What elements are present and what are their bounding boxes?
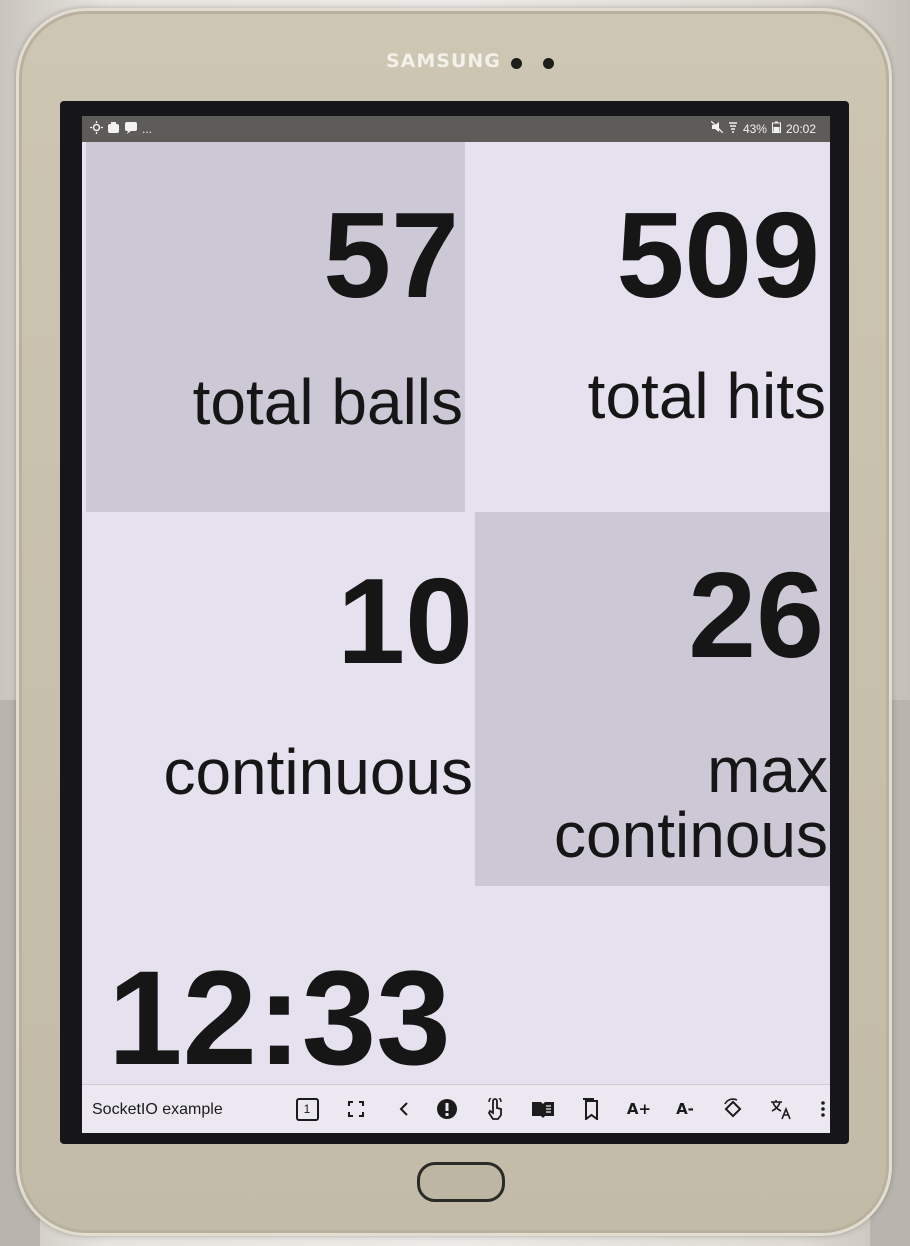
bookmark-icon[interactable] [578,1096,604,1122]
alert-icon[interactable] [434,1096,460,1122]
battery-percent: 43% [742,121,767,136]
chat-icon [124,121,138,137]
page-number-icon[interactable]: 1 [294,1096,320,1122]
sensor-icon [543,58,554,69]
brand-logo: SAMSUNG [386,50,501,72]
page-number: 1 [295,1097,319,1121]
total-hits-tile: 509 total hits [465,142,830,512]
max-continuous-label: max continous [554,734,828,872]
continuous-value: 10 [337,553,473,689]
total-hits-label: total hits [587,360,826,432]
front-camera-icon [511,58,522,69]
total-balls-tile: 57 total balls [86,142,465,512]
continuous-label: continuous [163,736,473,808]
translate-icon[interactable] [768,1096,794,1122]
status-time: 20:02 [785,121,816,136]
bottom-toolbar: SocketIO example 1 A+ A- [82,1084,830,1133]
screen-bezel: ... 43% 20:02 57 total balls 509 total h… [60,101,849,1144]
font-decrease-icon[interactable]: A- [672,1096,698,1122]
fullscreen-icon[interactable] [343,1096,369,1122]
timer-value: 12:33 [108,944,451,1093]
rotate-icon[interactable] [720,1096,746,1122]
mute-icon [710,120,724,136]
max-continuous-tile: 26 max continous [475,512,830,886]
continuous-tile: 10 continuous [86,512,475,886]
reader-icon[interactable] [530,1096,556,1122]
status-bar: ... 43% 20:02 [82,116,830,142]
display: ... 43% 20:02 57 total balls 509 total h… [82,116,830,1133]
home-button[interactable] [417,1162,505,1202]
touch-icon[interactable] [482,1096,508,1122]
max-continuous-label-line2: continous [554,799,828,872]
more-icon[interactable] [816,1096,830,1122]
font-increase-icon[interactable]: A+ [626,1096,652,1122]
more-notifications: ... [142,122,153,136]
max-continuous-value: 26 [688,547,824,683]
app-title: SocketIO example [92,1101,223,1118]
total-balls-value: 57 [323,187,459,323]
max-continuous-label-line1: max [707,734,828,806]
total-hits-value: 509 [616,187,820,323]
timer-tile: 12:33 [86,886,830,1093]
notification-icon [90,121,103,137]
signal-icon [728,121,738,136]
battery-icon [771,121,781,136]
total-balls-label: total balls [192,366,463,438]
app-icon [107,121,120,137]
tablet-frame: SAMSUNG ... 43% 20:02 57 total balls 509… [16,8,892,1236]
back-icon[interactable] [391,1096,417,1122]
